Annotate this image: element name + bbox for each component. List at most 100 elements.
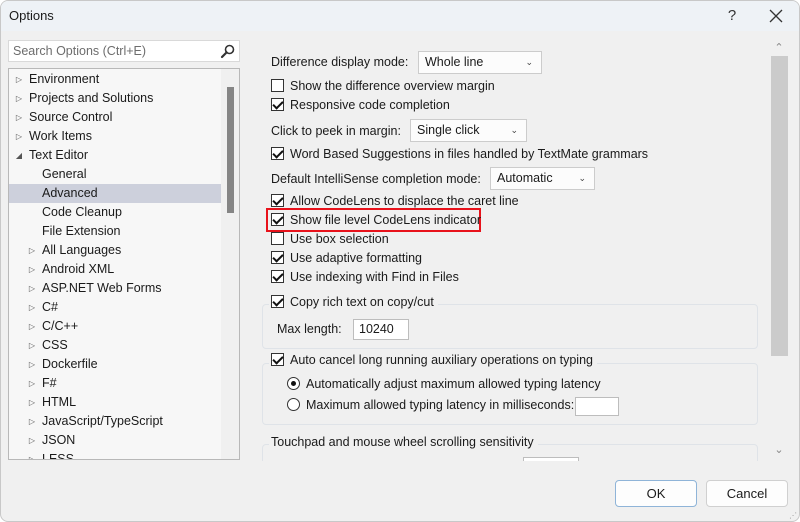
collapsed-arrow-icon[interactable]: ▷ xyxy=(26,298,38,317)
cancel-button[interactable]: Cancel xyxy=(706,480,788,507)
tree-item[interactable]: ▷ JavaScript/TypeScript xyxy=(9,412,221,431)
use-adaptive-formatting-checkbox[interactable] xyxy=(271,251,284,264)
scroll-down-button[interactable]: ⌄ xyxy=(771,443,787,456)
max-latency-input[interactable] xyxy=(575,397,619,416)
max-length-input[interactable]: 10240 xyxy=(353,319,409,340)
allow-codelens-displace-checkbox[interactable] xyxy=(271,194,284,207)
collapsed-arrow-icon[interactable]: ▷ xyxy=(26,260,38,279)
collapsed-arrow-icon[interactable]: ▷ xyxy=(26,450,38,459)
collapsed-arrow-icon[interactable]: ▷ xyxy=(26,431,38,450)
show-file-level-codelens-checkbox[interactable] xyxy=(271,213,284,226)
chevron-down-icon: ⌄ xyxy=(525,57,533,67)
responsive-code-completion-label: Responsive code completion xyxy=(290,98,450,112)
word-based-suggestions-label: Word Based Suggestions in files handled … xyxy=(290,147,649,161)
tree-scrollbar-thumb[interactable] xyxy=(227,87,234,213)
tree-item[interactable]: ▷ Environment xyxy=(9,70,221,89)
tree-item[interactable]: ▷ HTML xyxy=(9,393,221,412)
show-file-level-codelens-option[interactable]: Show file level CodeLens indicator xyxy=(271,211,481,230)
tree-item[interactable]: ▷ CSS xyxy=(9,336,221,355)
max-latency-radio[interactable] xyxy=(287,398,300,411)
collapsed-arrow-icon[interactable]: ▷ xyxy=(26,412,38,431)
collapsed-arrow-icon[interactable]: ▷ xyxy=(26,355,38,374)
resize-grip-icon[interactable]: ⋰ xyxy=(789,511,799,521)
show-difference-overview-margin-checkbox[interactable] xyxy=(271,79,284,92)
tree-item[interactable]: ▷ All Languages xyxy=(9,241,221,260)
collapsed-arrow-icon[interactable]: ▷ xyxy=(26,393,38,412)
use-indexing-checkbox[interactable] xyxy=(271,270,284,283)
tree-item[interactable]: ◢ Text Editor xyxy=(9,146,221,165)
collapsed-arrow-icon[interactable]: ▷ xyxy=(26,241,38,260)
search-icon[interactable] xyxy=(220,43,236,59)
tree-item-label: Text Editor xyxy=(29,148,89,162)
search-options-box[interactable] xyxy=(8,40,240,62)
tree-item[interactable]: ▷ Android XML xyxy=(9,260,221,279)
use-indexing-label: Use indexing with Find in Files xyxy=(290,270,459,284)
collapsed-arrow-icon[interactable]: ▷ xyxy=(13,127,25,146)
tree-item-label: Android XML xyxy=(42,262,115,276)
use-box-selection-checkbox[interactable] xyxy=(271,232,284,245)
word-based-suggestions-checkbox[interactable] xyxy=(271,147,284,160)
tree-item[interactable]: ▷ C# xyxy=(9,298,221,317)
ok-button[interactable]: OK xyxy=(615,480,697,507)
collapsed-arrow-icon[interactable]: ▷ xyxy=(26,336,38,355)
auto-adjust-latency-radio[interactable] xyxy=(287,377,300,390)
search-input[interactable] xyxy=(9,41,209,61)
tree-item[interactable]: File Extension xyxy=(9,222,221,241)
word-based-suggestions-option[interactable]: Word Based Suggestions in files handled … xyxy=(271,145,648,164)
tree-scrollbar[interactable] xyxy=(221,69,239,459)
collapsed-arrow-icon[interactable]: ▷ xyxy=(13,70,25,89)
scroll-up-button[interactable]: ⌃ xyxy=(771,41,787,54)
help-button[interactable]: ? xyxy=(717,4,747,28)
copy-rich-text-checkbox[interactable] xyxy=(271,295,284,308)
click-to-peek-value: Single click xyxy=(417,123,480,137)
responsive-code-completion-option[interactable]: Responsive code completion xyxy=(271,96,450,115)
tree-item[interactable]: General xyxy=(9,165,221,184)
intellisense-mode-combo[interactable]: Automatic ⌄ xyxy=(490,167,595,190)
tree-item[interactable]: Advanced xyxy=(9,184,221,203)
responsive-code-completion-checkbox[interactable] xyxy=(271,98,284,111)
tree-item-label: LESS xyxy=(42,452,74,460)
use-box-selection-label: Use box selection xyxy=(290,232,389,246)
show-difference-overview-margin-option[interactable]: Show the difference overview margin xyxy=(271,77,495,96)
collapsed-arrow-icon[interactable]: ▷ xyxy=(13,89,25,108)
collapsed-arrow-icon[interactable]: ▷ xyxy=(13,108,25,127)
auto-cancel-option[interactable]: Auto cancel long running auxiliary opera… xyxy=(269,351,597,370)
tree-item-label: Projects and Solutions xyxy=(29,91,154,105)
click-to-peek-combo[interactable]: Single click ⌄ xyxy=(410,119,527,142)
tree-item[interactable]: Code Cleanup xyxy=(9,203,221,222)
collapsed-arrow-icon[interactable]: ▷ xyxy=(26,279,38,298)
show-difference-overview-margin-label: Show the difference overview margin xyxy=(290,79,495,93)
intellisense-mode-value: Automatic xyxy=(497,171,553,185)
tree-item[interactable]: ▷ LESS xyxy=(9,450,221,460)
tree-item-label: JavaScript/TypeScript xyxy=(42,414,163,428)
close-button[interactable] xyxy=(761,4,791,28)
tree-item[interactable]: ▷ Dockerfile xyxy=(9,355,221,374)
expanded-arrow-icon[interactable]: ◢ xyxy=(13,146,25,165)
tree-item[interactable]: ▷ F# xyxy=(9,374,221,393)
tree-item[interactable]: ▷ ASP.NET Web Forms xyxy=(9,279,221,298)
tree-item[interactable]: ▷ Source Control xyxy=(9,108,221,127)
tree-item-label: ASP.NET Web Forms xyxy=(42,281,162,295)
copy-rich-text-option[interactable]: Copy rich text on copy/cut xyxy=(269,293,438,312)
auto-cancel-checkbox[interactable] xyxy=(271,353,284,366)
tree-item[interactable]: ▷ Work Items xyxy=(9,127,221,146)
auto-adjust-latency-option[interactable]: Automatically adjust maximum allowed typ… xyxy=(287,375,601,394)
max-latency-option[interactable]: Maximum allowed typing latency in millis… xyxy=(287,396,574,415)
use-box-selection-option[interactable]: Use box selection xyxy=(271,230,389,249)
tree-item[interactable]: ▷ C/C++ xyxy=(9,317,221,336)
tree-item-label: File Extension xyxy=(42,224,121,238)
use-adaptive-formatting-option[interactable]: Use adaptive formatting xyxy=(271,249,422,268)
advanced-settings-panel: Difference display mode: Whole line ⌄ Sh… xyxy=(259,41,759,461)
collapsed-arrow-icon[interactable]: ▷ xyxy=(26,374,38,393)
tree-item-label: CSS xyxy=(42,338,68,352)
tree-item-label: Environment xyxy=(29,72,100,86)
touchpad-sensitivity-input[interactable] xyxy=(523,457,579,461)
collapsed-arrow-icon[interactable]: ▷ xyxy=(26,317,38,336)
settings-scrollbar-thumb[interactable] xyxy=(771,56,788,356)
tree-item[interactable]: ▷ Projects and Solutions xyxy=(9,89,221,108)
tree-item[interactable]: ▷ JSON xyxy=(9,431,221,450)
difference-display-mode-combo[interactable]: Whole line ⌄ xyxy=(418,51,542,74)
chevron-down-icon: ⌄ xyxy=(578,173,586,183)
use-indexing-option[interactable]: Use indexing with Find in Files xyxy=(271,268,459,287)
difference-display-mode-value: Whole line xyxy=(425,55,484,69)
